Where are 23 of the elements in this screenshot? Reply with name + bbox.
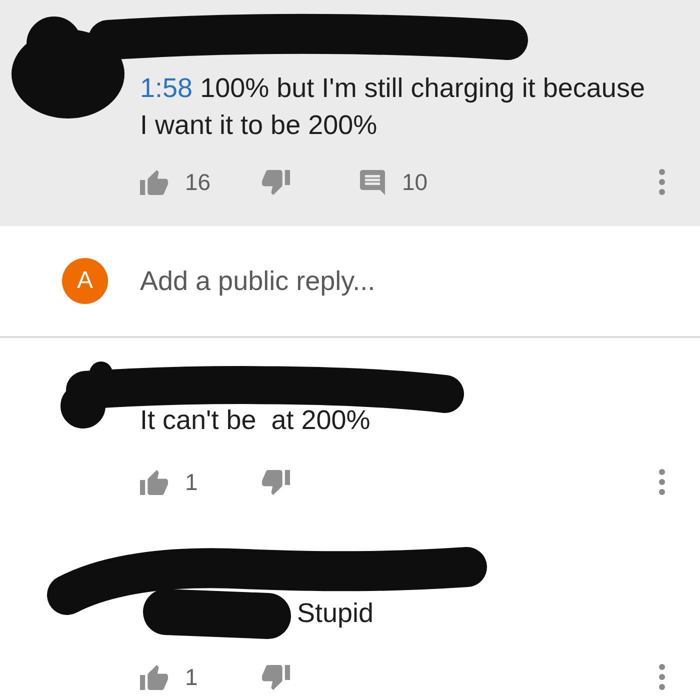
dislike-button[interactable] — [262, 664, 290, 690]
more-options-icon[interactable] — [659, 469, 665, 495]
comment-icon — [360, 170, 385, 194]
avatar: A — [62, 258, 108, 304]
thumbs-up-icon — [140, 664, 168, 690]
reply-text: Stupid — [297, 596, 374, 630]
like-button[interactable]: 1 — [140, 470, 198, 494]
comment-text: 1:58 100% but I'm still charging it because I want it to be 200% — [140, 72, 646, 142]
thumbs-down-icon — [262, 170, 290, 194]
thumbs-down-icon — [262, 470, 290, 494]
reply-text: It can't be at 200% — [140, 404, 370, 437]
thumbs-up-icon — [140, 470, 168, 494]
timestamp-link[interactable]: 1:58 — [140, 73, 193, 103]
more-options-icon[interactable] — [659, 169, 665, 195]
thumbs-up-icon — [140, 170, 168, 194]
like-button[interactable]: 16 — [140, 170, 211, 194]
dislike-button[interactable] — [262, 470, 290, 494]
reply-field[interactable]: Add a public reply... — [140, 262, 660, 300]
thumbs-down-icon — [262, 664, 290, 690]
more-options-icon[interactable] — [659, 664, 665, 690]
replies-button[interactable]: 10 — [360, 170, 428, 194]
like-button[interactable]: 1 — [140, 664, 198, 690]
dislike-button[interactable] — [262, 170, 290, 194]
